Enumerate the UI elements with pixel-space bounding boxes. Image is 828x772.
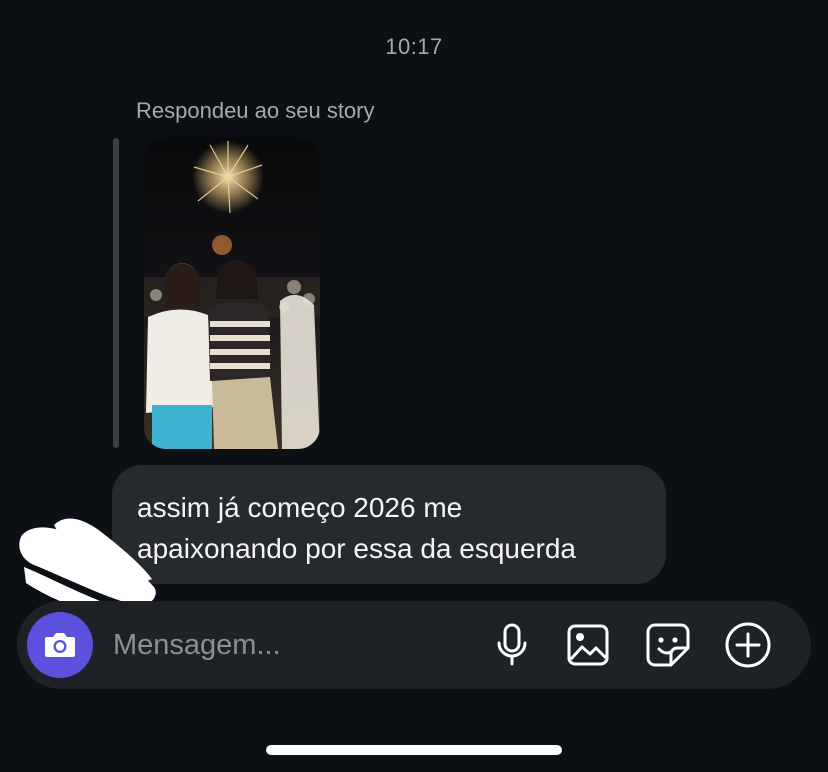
dm-thread-screen: 10:17 Respondeu ao seu story assim já co… [0, 0, 828, 772]
reply-indicator-bar [113, 138, 119, 448]
camera-button[interactable] [27, 612, 93, 678]
gallery-button[interactable] [564, 621, 612, 669]
story-preview-thumbnail[interactable] [144, 137, 320, 449]
story-reply-label: Respondeu ao seu story [136, 98, 375, 123]
story-photo [144, 137, 320, 449]
plus-circle-icon [725, 622, 771, 668]
voice-message-button[interactable] [488, 621, 536, 669]
message-composer [17, 601, 811, 689]
microphone-icon [497, 623, 527, 666]
message-timestamp: 10:17 [385, 34, 443, 59]
more-options-button[interactable] [724, 621, 772, 669]
camera-icon [45, 633, 75, 657]
gallery-icon [567, 624, 609, 666]
home-indicator[interactable] [266, 745, 562, 755]
message-bubble[interactable]: assim já começo 2026 me apaixonando por … [112, 465, 666, 584]
sticker-icon [646, 623, 690, 667]
message-text-line1: assim já começo 2026 me [137, 492, 463, 523]
sticker-button[interactable] [644, 621, 692, 669]
message-text-line2: apaixonando por essa da esquerda [137, 533, 577, 564]
message-input[interactable] [113, 625, 473, 665]
